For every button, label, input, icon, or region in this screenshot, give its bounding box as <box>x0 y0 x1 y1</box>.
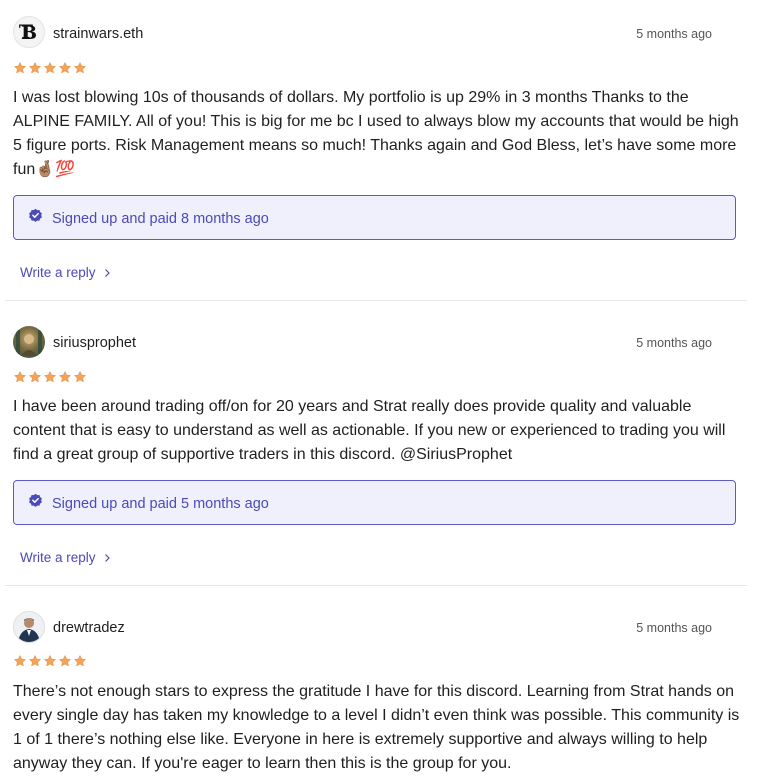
verified-label: Signed up and paid 5 months ago <box>52 496 269 512</box>
profile-photo-icon <box>18 618 40 642</box>
star-icon <box>13 654 27 667</box>
write-reply-label: Write a reply <box>20 550 96 565</box>
verified-badge: Signed up and paid 8 months ago <box>13 195 736 240</box>
verified-check-icon <box>29 493 42 507</box>
star-icon <box>28 61 42 74</box>
star-rating <box>13 61 87 75</box>
timestamp: 5 months ago <box>636 336 712 350</box>
write-reply-link[interactable]: Write a reply <box>20 550 111 566</box>
star-icon <box>73 654 87 667</box>
star-icon <box>43 654 57 667</box>
star-icon <box>73 370 87 383</box>
review-text: I was lost blowing 10s of thousands of d… <box>13 89 739 178</box>
avatar[interactable]: B T <box>13 16 45 48</box>
star-icon <box>43 61 57 74</box>
timestamp: 5 months ago <box>636 27 712 41</box>
divider <box>5 585 747 586</box>
username[interactable]: strainwars.eth <box>53 25 143 43</box>
star-rating <box>13 654 87 668</box>
avatar[interactable] <box>13 611 45 643</box>
username[interactable]: drewtradez <box>53 619 125 637</box>
profile-photo-icon <box>16 330 42 356</box>
star-icon <box>58 61 72 74</box>
reviews-list: B T strainwars.eth 5 months ago I was lo… <box>0 0 773 784</box>
review-card: drewtradez 5 months ago There’s not enou… <box>0 594 747 784</box>
tb-monogram-logo-icon: B T <box>19 21 37 44</box>
verified-check-icon <box>29 208 42 222</box>
review-card: B T strainwars.eth 5 months ago I was lo… <box>0 0 747 300</box>
chevron-right-icon <box>104 554 110 562</box>
review-card: siriusprophet 5 months ago I have been a… <box>0 309 747 585</box>
star-icon <box>28 370 42 383</box>
star-rating <box>13 370 87 384</box>
timestamp: 5 months ago <box>636 621 712 635</box>
verified-badge: Signed up and paid 5 months ago <box>13 480 736 525</box>
svg-text:T: T <box>19 21 33 43</box>
username[interactable]: siriusprophet <box>53 334 136 352</box>
review-text: I have been around trading off/on for 20… <box>13 398 726 463</box>
avatar[interactable] <box>13 326 45 358</box>
write-reply-link[interactable]: Write a reply <box>20 265 111 281</box>
star-icon <box>73 61 87 74</box>
write-reply-label: Write a reply <box>20 265 96 280</box>
star-icon <box>13 370 27 383</box>
star-icon <box>58 370 72 383</box>
verified-label: Signed up and paid 8 months ago <box>52 211 269 227</box>
star-icon <box>58 654 72 667</box>
divider <box>5 300 747 301</box>
review-text: There’s not enough stars to express the … <box>13 683 740 772</box>
star-icon <box>13 61 27 74</box>
chevron-right-icon <box>104 269 110 277</box>
star-icon <box>43 370 57 383</box>
star-icon <box>28 654 42 667</box>
